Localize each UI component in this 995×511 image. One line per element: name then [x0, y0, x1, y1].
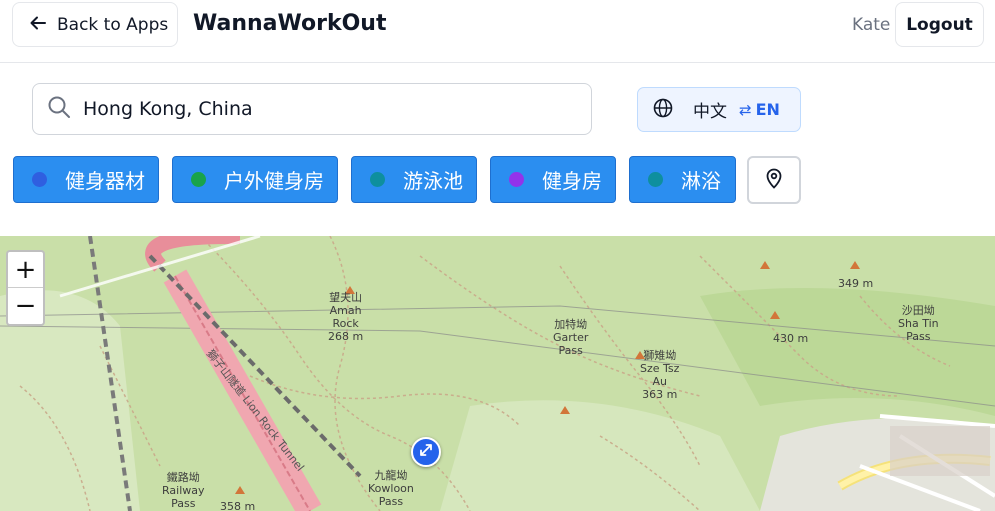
filter-dot [191, 172, 206, 187]
filter-chip-fitness-equipment[interactable]: 健身器材 [13, 156, 159, 203]
filter-dot [648, 172, 663, 187]
map-label-349m: 349 m [838, 277, 874, 290]
search-icon [47, 95, 71, 123]
top-bar: Back to Apps WannaWorkOut Kate Logout [0, 0, 995, 63]
back-to-apps-label: Back to Apps [57, 14, 169, 35]
other-language: EN [755, 100, 780, 119]
filter-dot [32, 172, 47, 187]
search-input[interactable] [83, 98, 553, 120]
map-label-sze-tsz-au: 獅雉坳 Sze Tsz Au 363 m [640, 349, 680, 401]
location-search-field[interactable] [32, 83, 592, 135]
zoom-in-button[interactable]: + [8, 252, 43, 288]
user-name: Kate [852, 15, 891, 35]
current-location-marker[interactable] [411, 437, 441, 467]
map-pin-icon [765, 167, 783, 193]
arrow-left-icon [29, 14, 47, 36]
swap-icon: ⇄ [739, 100, 752, 119]
map-label-railway-pass: 鐵路坳 Railway Pass [162, 471, 205, 510]
filter-chip-swimming-pool[interactable]: 游泳池 [351, 156, 477, 203]
logout-button[interactable]: Logout [895, 2, 984, 47]
my-location-button[interactable] [747, 156, 801, 204]
map-label-amah-rock: 望夫山 Amah Rock 268 m [328, 291, 364, 343]
filter-chip-gym[interactable]: 健身房 [490, 156, 616, 203]
map-label-garter-pass: 加特坳 Garter Pass [553, 318, 589, 357]
filter-label: 健身房 [542, 169, 602, 193]
filter-dot [509, 172, 524, 187]
back-to-apps-button[interactable]: Back to Apps [12, 2, 178, 47]
filter-label: 健身器材 [65, 169, 145, 193]
map-label-kowloon-pass: 九龍坳 Kowloon Pass [368, 469, 414, 508]
filter-chip-shower[interactable]: 淋浴 [629, 156, 736, 203]
current-language: 中文 [693, 102, 727, 122]
filter-chip-outdoor-gym[interactable]: 户外健身房 [172, 156, 338, 203]
zoom-controls: + − [6, 250, 45, 326]
expand-arrows-icon [418, 442, 434, 462]
filter-label: 游泳池 [403, 169, 463, 193]
map-label-sha-tin-pass: 沙田坳 Sha Tin Pass [898, 304, 939, 343]
filter-dot [370, 172, 385, 187]
map-label-430m: 430 m [773, 332, 809, 345]
filter-label: 淋浴 [681, 169, 721, 193]
globe-icon [653, 98, 673, 122]
map-view[interactable]: 望夫山 Amah Rock 268 m 加特坳 Garter Pass 獅雉坳 Sze Ts… [0, 236, 995, 511]
app-title: WannaWorkOut [193, 11, 387, 36]
filter-label: 户外健身房 [224, 169, 324, 193]
zoom-out-button[interactable]: − [8, 288, 43, 324]
language-toggle-button[interactable]: 中文 ⇄ EN [637, 87, 801, 132]
map-label-358m: 358 m [220, 500, 256, 511]
